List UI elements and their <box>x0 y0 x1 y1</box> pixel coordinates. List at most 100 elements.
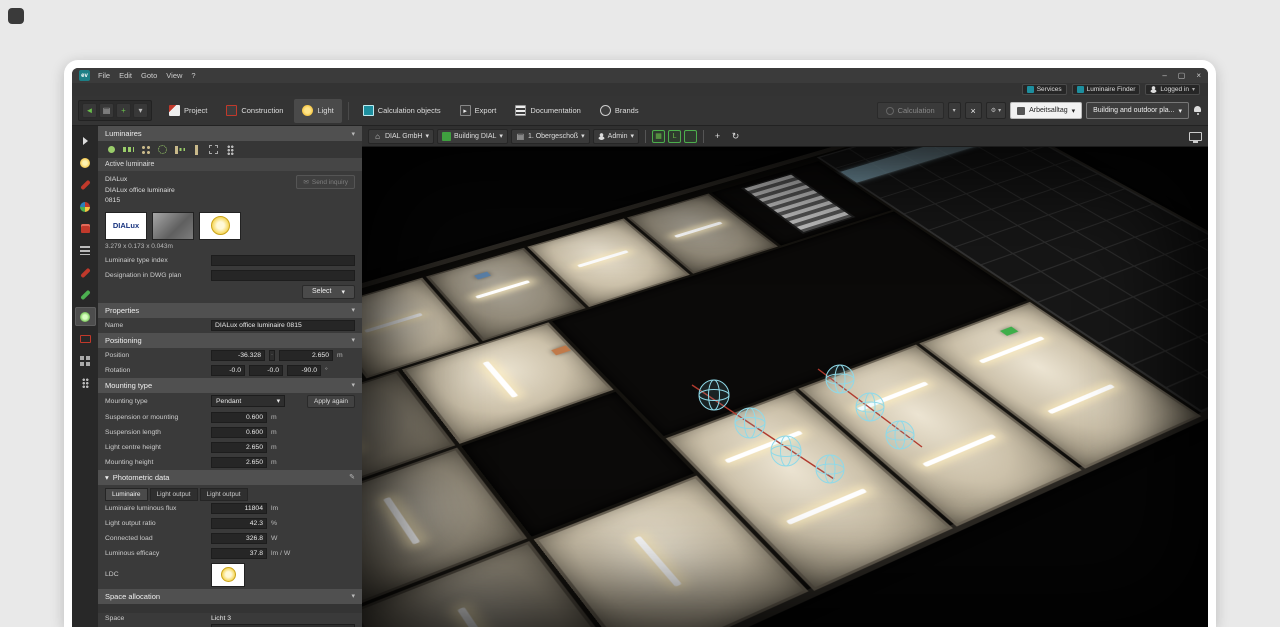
properties-header[interactable]: Properties ▾ <box>98 303 362 318</box>
render-mode-icon[interactable]: L <box>668 130 681 143</box>
light-scene-select[interactable]: Arbeitsalltag ▾ <box>1010 102 1082 119</box>
chevron-down-icon[interactable]: ▾ <box>351 130 355 138</box>
maximize-button[interactable]: ▢ <box>1178 72 1186 80</box>
pencil-icon[interactable]: ✎ <box>349 473 355 481</box>
tab-light-output-1[interactable]: Light output <box>150 488 198 501</box>
light-output-ratio-label: Light output ratio <box>105 520 207 527</box>
calculation-button[interactable]: Calculation <box>877 102 944 119</box>
account-strip: Services Luminaire Finder Logged in ▾ <box>72 83 1208 96</box>
layout-tool-icon[interactable] <box>75 351 96 370</box>
luminaire-finder-chip[interactable]: Luminaire Finder <box>1072 84 1141 95</box>
selection-tool-icon[interactable] <box>207 143 220 156</box>
luminaire-photo-thumb[interactable] <box>152 212 194 240</box>
menu-file[interactable]: File <box>98 71 110 80</box>
single-arrangement-icon[interactable] <box>105 143 118 156</box>
dwg-designation-input[interactable] <box>211 270 355 281</box>
menu-view[interactable]: View <box>166 71 182 80</box>
ldc-thumbnail[interactable] <box>211 563 245 587</box>
tab-luminaire[interactable]: Luminaire <box>105 488 148 501</box>
materials-tool-icon[interactable] <box>75 197 96 216</box>
logged-in-chip[interactable]: Logged in ▾ <box>1145 84 1200 95</box>
space-preset-select[interactable]: DIALux presetting 5.26.2 Standard (offic… <box>211 624 355 627</box>
pan-tool-icon[interactable]: + <box>710 129 725 144</box>
mode-select[interactable]: Building and outdoor pla... ▾ <box>1086 102 1189 119</box>
menu-goto[interactable]: Goto <box>141 71 157 80</box>
position-x-input[interactable]: -36.328 <box>211 350 265 361</box>
tab-calculation-objects[interactable]: Calculation objects <box>355 99 449 123</box>
suspension-mounting-label: Suspension or mounting <box>105 414 207 421</box>
positioning-header[interactable]: Positioning ▾ <box>98 333 362 348</box>
display-settings-icon[interactable] <box>1189 132 1202 141</box>
tab-project[interactable]: Project <box>161 99 215 123</box>
orbit-tool-icon[interactable]: ↻ <box>728 129 743 144</box>
cancel-calculation-button[interactable]: × <box>965 102 982 119</box>
minimize-button[interactable]: – <box>1162 72 1166 80</box>
more-arrangement-icon[interactable] <box>224 143 237 156</box>
services-chip[interactable]: Services <box>1022 84 1067 95</box>
light-scene-icon[interactable] <box>684 130 697 143</box>
rotation-z-input[interactable]: -90.0 <box>287 365 321 376</box>
chevron-down-icon: ▾ <box>1072 107 1076 115</box>
mounting-type-header[interactable]: Mounting type ▾ <box>98 378 362 393</box>
pointer-tool-icon[interactable] <box>75 131 96 150</box>
suspension-length-input[interactable]: 0.600 <box>211 427 267 438</box>
mounting-height-input[interactable]: 2.650 <box>211 457 267 468</box>
pendant-arrangement-icon[interactable] <box>190 143 203 156</box>
tab-export[interactable]: ▸ Export <box>452 99 505 123</box>
ldc-preview-thumb[interactable] <box>199 212 241 240</box>
mounting-type-select[interactable]: Pendant ▾ <box>211 395 285 407</box>
rotation-x-input[interactable]: -0.0 <box>211 365 245 376</box>
scenes-tool-icon[interactable] <box>75 329 96 348</box>
view-grid-icon[interactable]: ▦ <box>652 130 665 143</box>
furniture-tool-icon[interactable] <box>75 219 96 238</box>
circle-arrangement-icon[interactable] <box>156 143 169 156</box>
manufacturer-logo-thumb[interactable]: DIALux <box>105 212 147 240</box>
light-centre-height-input[interactable]: 2.650 <box>211 442 267 453</box>
main-toolbar: ◄ ▤ + ▾ Project Construction Light Calcu… <box>72 96 1208 126</box>
settings-combo[interactable]: ⚙ ▾ <box>986 102 1006 119</box>
photometric-data-header[interactable]: ▾ Photometric data ✎ <box>98 470 362 485</box>
back-button[interactable]: ◄ <box>82 103 97 118</box>
apply-again-button[interactable]: Apply again <box>307 395 355 408</box>
space-allocation-header[interactable]: Space allocation ▾ <box>98 589 362 604</box>
close-button[interactable]: × <box>1196 72 1201 80</box>
project-select[interactable]: ⌂ DIAL GmbH ▾ <box>368 129 434 144</box>
position-z-input[interactable]: 2.650 <box>279 350 333 361</box>
more-tools-icon[interactable] <box>75 373 96 392</box>
wall-arrangement-icon[interactable] <box>173 143 186 156</box>
row-arrangement-icon[interactable] <box>122 143 135 156</box>
calc-option-combo[interactable]: ▾ <box>948 102 961 119</box>
notifications-bell-icon[interactable] <box>1193 106 1202 115</box>
storey-select[interactable]: ▤ 1. Obergeschoß ▾ <box>511 129 590 144</box>
building-select[interactable]: Building DIAL ▾ <box>437 129 508 144</box>
field-arrangement-icon[interactable] <box>139 143 152 156</box>
send-inquiry-button[interactable]: ✉ Send inquiry <box>296 175 355 189</box>
construction-tool-icon[interactable] <box>75 263 96 282</box>
tab-construction[interactable]: Construction <box>218 99 291 123</box>
select-luminaire-button[interactable]: Select ▾ <box>302 285 355 299</box>
rotation-y-input[interactable]: -0.0 <box>249 365 283 376</box>
edit-tool-icon[interactable] <box>75 175 96 194</box>
energy-tool-icon[interactable] <box>75 285 96 304</box>
luminaires-tool-icon[interactable] <box>75 307 96 326</box>
tab-calculation-objects-label: Calculation objects <box>378 106 441 115</box>
suspension-mounting-input[interactable]: 0.600 <box>211 412 267 423</box>
tab-light-output-2[interactable]: Light output <box>200 488 248 501</box>
nav-chevron[interactable]: ▾ <box>133 103 148 118</box>
scene-3d-view[interactable] <box>362 147 1208 627</box>
name-input[interactable]: DIALux office luminaire 0815 <box>211 320 355 331</box>
tab-light[interactable]: Light <box>294 99 341 123</box>
tab-project-label: Project <box>184 106 207 115</box>
user-select[interactable]: Admin ▾ <box>593 129 639 144</box>
tab-brands[interactable]: Brands <box>592 99 647 123</box>
add-button[interactable]: + <box>116 103 131 118</box>
services-icon <box>1027 86 1034 93</box>
history-button[interactable]: ▤ <box>99 103 114 118</box>
luminaire-type-index-input[interactable] <box>211 255 355 266</box>
menu-edit[interactable]: Edit <box>119 71 132 80</box>
menu-help[interactable]: ? <box>191 71 195 80</box>
tab-documentation[interactable]: Documentation <box>507 99 588 123</box>
position-drag-handle[interactable]: · <box>269 350 275 361</box>
daylight-tool-icon[interactable] <box>75 153 96 172</box>
list-tool-icon[interactable] <box>75 241 96 260</box>
